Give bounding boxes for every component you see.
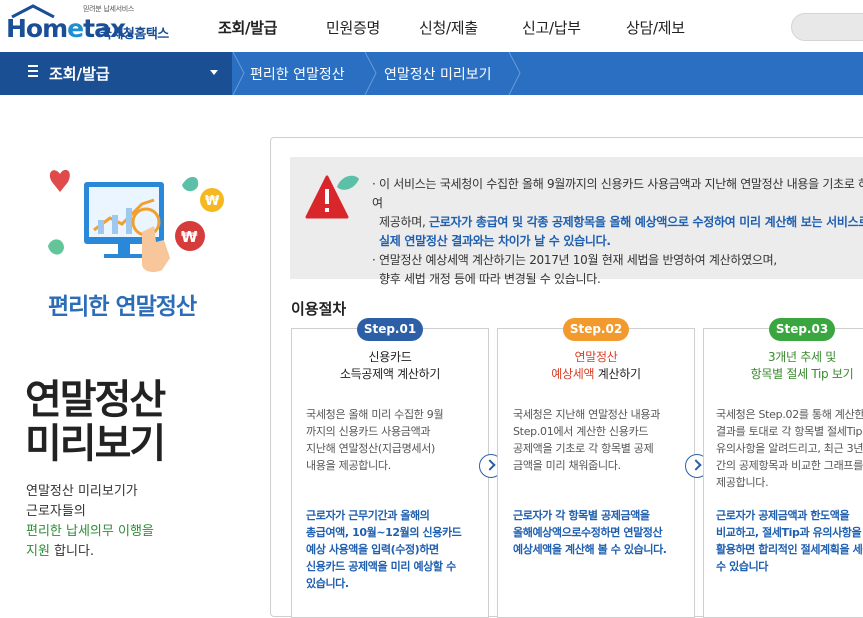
step-desc-line: 국세청은 지난해 연말정산 내용과 [513, 408, 661, 421]
notice-line: 제공하며, 근로자가 총급여 및 각종 공제항목을 올해 예상액으로 수정하여 … [372, 213, 863, 232]
svg-text:₩: ₩ [181, 228, 198, 246]
step-title-line: 3개년 추세 및 [767, 350, 837, 364]
step-note-3: 근로자가 공제금액과 한도액을 비교하고, 절세Tip과 유의사항을 활용하면 … [716, 507, 863, 575]
step-desc-line: 국세청은 올해 미리 수집한 9월 [306, 408, 444, 421]
step-desc-2: 국세청은 지난해 연말정산 내용과 Step.01에서 계산한 신용카드 공제액… [513, 406, 685, 474]
gnb-filing[interactable]: 신고/납부 [522, 17, 581, 38]
menu-dropdown-label: 조회/발급 [49, 65, 110, 83]
notice-highlight: 근로자가 총급여 및 각종 공제항목을 올해 예상액으로 수정하여 미리 계산해… [429, 215, 863, 229]
desc-line: 지원 합니다. [26, 542, 154, 562]
warning-icon [305, 175, 359, 219]
page-description: 연말정산 미리보기가 근로자들의 편리한 납세의무 이행을 지원 합니다. [26, 482, 154, 562]
desc-line: 연말정산 미리보기가 [26, 484, 138, 499]
step-title-2: 연말정산 예상세액 계산하기 [497, 349, 695, 383]
step-note-line: 총급여액, 10월~12월의 신용카드 [306, 526, 462, 539]
step-desc-line: 간의 공제항목과 비교한 그래프를 [716, 459, 863, 472]
gnb-certificates[interactable]: 민원증명 [326, 17, 380, 38]
step-badge-2: Step.02 [563, 318, 629, 341]
logo-brand-pre: Hom [6, 14, 68, 43]
logo-agency: 국세청홈택스 [100, 27, 169, 42]
step-desc-line: 내용을 제공합니다. [306, 459, 391, 472]
notice-text-plain: 향후 세법 개정 등에 따라 변경될 수 있습니다. [379, 272, 601, 286]
notice-highlight: 실제 연말정산 결과와는 차이가 날 수 있습니다. [379, 234, 611, 248]
notice-line: · 연말정산 예상세액 계산하기는 2017년 10월 현재 세법을 반영하여 … [372, 253, 777, 267]
step-note-line: 근로자가 공제금액과 한도액을 [716, 509, 850, 522]
gnb-application[interactable]: 신청/제출 [419, 17, 478, 38]
notice-line: · 이 서비스는 국세청이 수집한 올해 9월까지의 신용카드 사용금액과 지난… [372, 177, 863, 210]
step-desc-3: 국세청은 Step.02를 통해 계산한 결과를 토대로 각 항목별 절세Tip… [716, 406, 863, 491]
notice-line: 향후 세법 개정 등에 따라 변경될 수 있습니다. [372, 270, 863, 289]
step-title-highlight: 예상세액 [551, 367, 595, 381]
step-desc-line: 금액을 미리 채워줍니다. [513, 459, 621, 472]
section-title: 편리한 연말정산 [48, 294, 197, 320]
step-note-line: 있습니다. [306, 577, 349, 590]
step-title-rest: 계산하기 [594, 367, 641, 381]
hamburger-icon [28, 65, 40, 79]
notice-text-plain: 제공하며, [379, 215, 430, 229]
gnb-consult[interactable]: 상담/제보 [626, 17, 685, 38]
step-desc-line: 제공합니다. [716, 476, 769, 489]
gnb-inquiry[interactable]: 조회/발급 [218, 17, 277, 38]
procedure-title: 이용절차 [291, 300, 347, 318]
menu-dropdown[interactable]: 조회/발급 [0, 52, 232, 95]
sub-navbar: 조회/발급 편리한 연말정산 연말정산 미리보기 [0, 52, 863, 95]
step-note-line: 수 있습니다 [716, 560, 769, 573]
step-desc-line: 결과를 토대로 각 항목별 절세Tip, [716, 425, 863, 438]
step-title-1: 신용카드 소득공제액 계산하기 [291, 349, 489, 383]
chevron-right-icon [484, 459, 496, 471]
step-badge-1: Step.01 [357, 318, 423, 341]
breadcrumb-separator-icon [232, 52, 245, 95]
step-desc-line: 까지의 신용카드 사용금액과 [306, 425, 431, 438]
step-title-line: 예상세액 계산하기 [497, 366, 695, 383]
breadcrumb-item-preview[interactable]: 연말정산 미리보기 [384, 64, 492, 84]
breadcrumb-item-convenient[interactable]: 편리한 연말정산 [250, 64, 345, 84]
step-badge-3: Step.03 [769, 318, 835, 341]
step-note-line: 올해예상액으로수정하면 연말정산 [513, 526, 663, 539]
desc-line: 근로자들의 [26, 504, 86, 519]
hometax-logo[interactable]: 믿려분 납세서비스 Hometax. 국세청홈택스 [6, 4, 176, 48]
desc-line-highlight: 편리한 납세의무 이행을 [26, 524, 154, 539]
step-note-line: 예상 사용액을 입력(수정)하면 [306, 543, 439, 556]
chevron-right-icon [690, 459, 702, 471]
tax-settlement-illustration-icon: ₩ ₩ [48, 169, 224, 272]
step-title-line: 항목별 절세 Tip 보기 [750, 367, 854, 381]
step-note-line: 활용하면 합리적인 절세계획을 세울 [716, 543, 863, 556]
caret-down-icon [210, 70, 218, 75]
desc-highlight: 지원 [26, 544, 50, 559]
breadcrumb-separator-icon [364, 52, 377, 95]
logo-brand-e: e [67, 14, 84, 43]
breadcrumb-separator-icon [508, 52, 521, 95]
step-note-2: 근로자가 각 항목별 공제금액을 올해예상액으로수정하면 연말정산 예상세액을 … [513, 507, 689, 558]
notice-line: 실제 연말정산 결과와는 차이가 날 수 있습니다. [372, 232, 863, 251]
step-note-line: 신용카드 공제액을 미리 예상할 수 [306, 560, 456, 573]
step-desc-line: 유의사항을 알려드리고, 최근 3년 [716, 442, 863, 455]
page-title-line1: 연말정산 [25, 377, 166, 423]
step-desc-line: 공제액을 기초로 각 항목별 공제 [513, 442, 654, 455]
step-note-line: 근로자가 각 항목별 공제금액을 [513, 509, 650, 522]
step-note-line: 예상세액을 계산해 볼 수 있습니다. [513, 543, 667, 556]
step-note-line: 비교하고, 절세Tip과 유의사항을 [716, 526, 862, 539]
logo-tagline: 믿려분 납세서비스 [83, 5, 135, 13]
step-title-line-highlight: 연말정산 [574, 350, 618, 364]
step-note-1: 근로자가 근무기간과 올해의 총급여액, 10월~12월의 신용카드 예상 사용… [306, 507, 478, 592]
desc-rest: 합니다. [49, 544, 95, 559]
step-desc-1: 국세청은 올해 미리 수집한 9월 까지의 신용카드 사용금액과 지난해 연말정… [306, 406, 476, 474]
step-title-3: 3개년 추세 및 항목별 절세 Tip 보기 [703, 349, 863, 383]
notice-text: · 이 서비스는 국세청이 수집한 올해 9월까지의 신용카드 사용금액과 지난… [372, 175, 863, 289]
svg-text:₩: ₩ [205, 194, 220, 209]
step-title-line: 소득공제액 계산하기 [339, 367, 441, 381]
search-input[interactable] [791, 13, 863, 41]
page-title: 연말정산 미리보기 [25, 377, 166, 467]
step-desc-line: 국세청은 Step.02를 통해 계산한 [716, 408, 863, 421]
step-note-line: 근로자가 근무기간과 올해의 [306, 509, 430, 522]
step-desc-line: Step.01에서 계산한 신용카드 [513, 425, 649, 438]
step-title-line: 신용카드 [368, 350, 412, 364]
step-desc-line: 지난해 연말정산(지급명세서) [306, 442, 436, 455]
top-header: 믿려분 납세서비스 Hometax. 국세청홈택스 조회/발급 민원증명 신청/… [0, 0, 863, 52]
page-title-line2: 미리보기 [25, 421, 166, 467]
